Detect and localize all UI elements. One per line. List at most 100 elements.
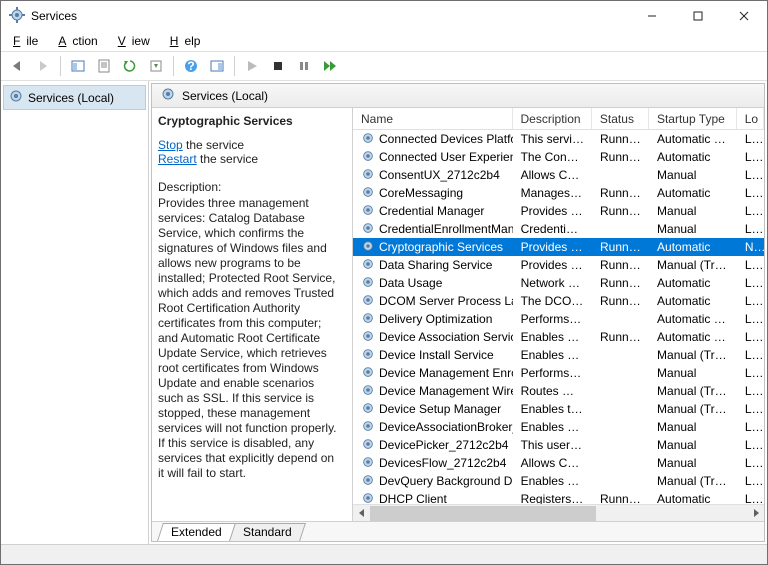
cell-startup: Manual [649, 455, 737, 471]
cell-description: Performs De... [513, 365, 592, 381]
toolbar-start-service-button[interactable] [240, 54, 264, 78]
cell-startup: Manual (Trigg... [649, 401, 737, 417]
toolbar-restart-service-button[interactable] [318, 54, 342, 78]
cell-status: Running [592, 293, 649, 309]
cell-logon: Loc [737, 311, 764, 327]
cell-description: Provides sec... [513, 203, 592, 219]
cell-startup: Automatic [649, 239, 737, 255]
col-header-status[interactable]: Status [592, 108, 649, 129]
scroll-left-button[interactable] [353, 505, 370, 522]
toolbar-help-button[interactable]: ? [179, 54, 203, 78]
service-row[interactable]: CredentialEnrollmentManag...Credential E… [353, 220, 764, 238]
minimize-button[interactable] [629, 1, 675, 31]
scroll-thumb[interactable] [370, 506, 596, 521]
tab-standard[interactable]: Standard [229, 523, 306, 541]
cell-logon: Ne [737, 239, 764, 255]
maximize-button[interactable] [675, 1, 721, 31]
toolbar-stop-service-button[interactable] [266, 54, 290, 78]
cell-description: Enables app... [513, 419, 592, 435]
col-header-name[interactable]: Name [353, 108, 513, 129]
service-row[interactable]: DCOM Server Process Launc...The DCOML...… [353, 292, 764, 310]
toolbar-forward-button[interactable] [31, 54, 55, 78]
cell-name: DevQuery Background Disc... [353, 472, 513, 491]
toolbar-properties-button[interactable] [92, 54, 116, 78]
close-button[interactable] [721, 1, 767, 31]
cell-name: Data Usage [353, 274, 513, 293]
service-row[interactable]: Connected User Experiences ...The Connec… [353, 148, 764, 166]
service-row[interactable]: Data Sharing ServiceProvides dat...Runni… [353, 256, 764, 274]
cell-status: Running [592, 257, 649, 273]
cell-startup: Manual [649, 365, 737, 381]
scroll-track[interactable] [370, 505, 747, 522]
cell-description: Provides dat... [513, 257, 592, 273]
cell-name: CredentialEnrollmentManag... [353, 220, 513, 239]
col-header-startup[interactable]: Startup Type [649, 108, 737, 129]
col-header-logon[interactable]: Lo [737, 108, 764, 129]
services-window: Services File Action View Help ? Service… [0, 0, 768, 565]
svg-text:?: ? [187, 59, 194, 73]
menu-action[interactable]: Action [52, 32, 109, 50]
service-row[interactable]: CoreMessagingManages co...RunningAutomat… [353, 184, 764, 202]
horizontal-scrollbar[interactable] [353, 504, 764, 521]
cell-logon: Loc [737, 347, 764, 363]
service-row[interactable]: Device Management Wireles...Routes Wirel… [353, 382, 764, 400]
cell-status: Running [592, 329, 649, 345]
service-row[interactable]: Connected Devices Platform ...This servi… [353, 130, 764, 148]
service-row[interactable]: DHCP ClientRegisters an...RunningAutomat… [353, 490, 764, 504]
service-row[interactable]: Device Management Enroll...Performs De..… [353, 364, 764, 382]
service-row[interactable]: DevicesFlow_2712c2b4Allows Conn...Manual… [353, 454, 764, 472]
detail-restart-link[interactable]: Restart [158, 152, 197, 166]
cell-startup: Automatic [649, 275, 737, 291]
service-row[interactable]: Device Association ServiceEnables pairi.… [353, 328, 764, 346]
service-row[interactable]: Cryptographic ServicesProvides thr...Run… [353, 238, 764, 256]
scroll-right-button[interactable] [747, 505, 764, 522]
cell-logon: Loc [737, 329, 764, 345]
toolbar: ? [1, 51, 767, 81]
col-header-description[interactable]: Description [513, 108, 592, 129]
cell-description: This user ser... [513, 437, 592, 453]
cell-logon: Loc [737, 491, 764, 504]
list-body[interactable]: Connected Devices Platform ...This servi… [353, 130, 764, 504]
cell-name: Device Setup Manager [353, 400, 513, 419]
service-row[interactable]: Data UsageNetwork dat...RunningAutomatic… [353, 274, 764, 292]
service-row[interactable]: DevicePicker_2712c2b4This user ser...Man… [353, 436, 764, 454]
cell-logon: Loc [737, 275, 764, 291]
menu-file[interactable]: File [7, 32, 50, 50]
cell-startup: Manual [649, 437, 737, 453]
tab-extended[interactable]: Extended [157, 523, 236, 541]
service-row[interactable]: Delivery OptimizationPerforms co...Autom… [353, 310, 764, 328]
service-row[interactable]: Device Install ServiceEnables a co...Man… [353, 346, 764, 364]
cell-status [592, 390, 649, 392]
service-row[interactable]: DeviceAssociationBroker_27...Enables app… [353, 418, 764, 436]
cell-startup: Automatic [649, 185, 737, 201]
toolbar-refresh-button[interactable] [118, 54, 142, 78]
cell-description: Credential E... [513, 221, 592, 237]
nav-services-local-label: Services (Local) [28, 91, 114, 105]
toolbar-show-hide-action-button[interactable] [205, 54, 229, 78]
service-gear-icon [361, 473, 375, 490]
cell-startup: Automatic [649, 149, 737, 165]
toolbar-show-hide-tree-button[interactable] [66, 54, 90, 78]
service-row[interactable]: Device Setup ManagerEnables the ...Manua… [353, 400, 764, 418]
cell-status [592, 228, 649, 230]
toolbar-export-list-button[interactable] [144, 54, 168, 78]
cell-name: Credential Manager [353, 202, 513, 221]
detail-stop-link[interactable]: Stop [158, 138, 183, 152]
service-row[interactable]: DevQuery Background Disc...Enables app..… [353, 472, 764, 490]
service-row[interactable]: Credential ManagerProvides sec...Running… [353, 202, 764, 220]
toolbar-pause-service-button[interactable] [292, 54, 316, 78]
cell-startup: Automatic [649, 293, 737, 309]
menu-help[interactable]: Help [164, 32, 213, 50]
service-gear-icon [361, 185, 375, 202]
cell-logon: Loc [737, 203, 764, 219]
service-row[interactable]: ConsentUX_2712c2b4Allows Conn...ManualLo… [353, 166, 764, 184]
nav-services-local[interactable]: Services (Local) [3, 85, 146, 110]
toolbar-back-button[interactable] [5, 54, 29, 78]
service-gear-icon [361, 149, 375, 166]
cell-status: Running [592, 491, 649, 504]
menu-view[interactable]: View [112, 32, 162, 50]
cell-name: CoreMessaging [353, 184, 513, 203]
cell-name: Cryptographic Services [353, 238, 513, 257]
cell-startup: Manual (Trigg... [649, 383, 737, 399]
service-gear-icon [361, 419, 375, 436]
